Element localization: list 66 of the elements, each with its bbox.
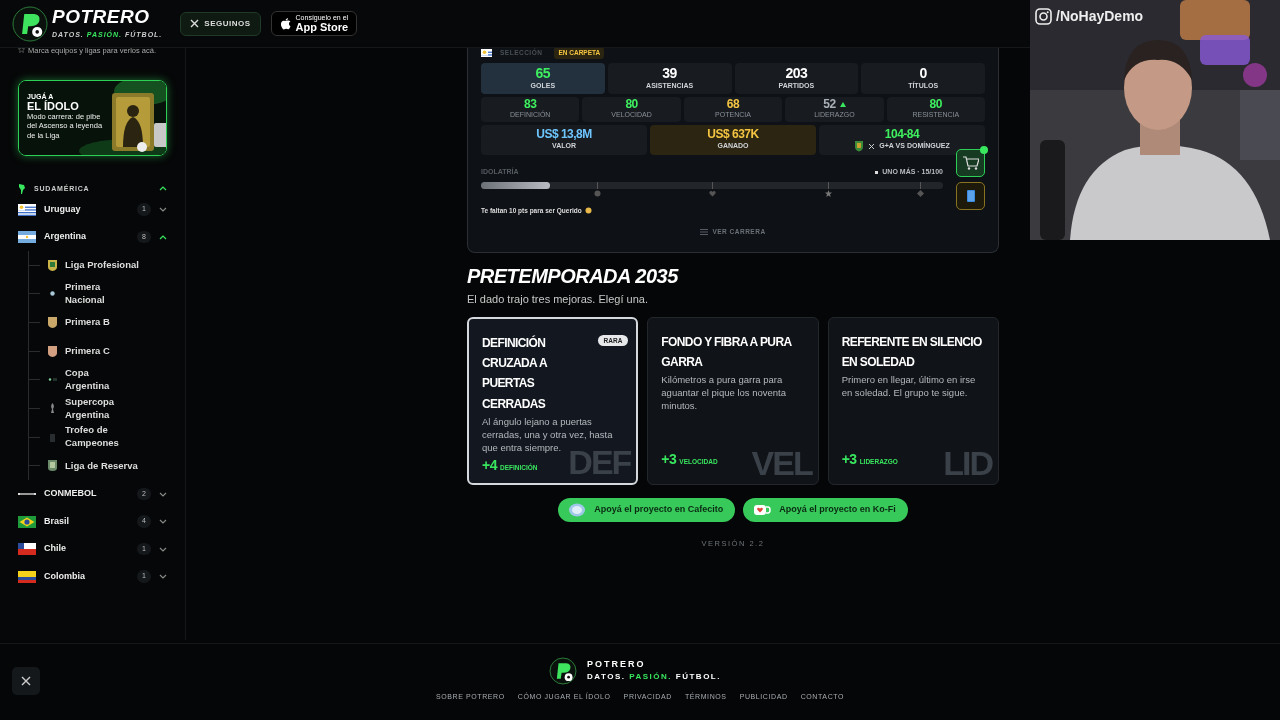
league-item[interactable]: Copa Argentina — [65, 367, 129, 393]
bonus-value: +3 — [841, 449, 857, 469]
country-item[interactable]: CONMEBOL — [44, 487, 130, 501]
support-button[interactable]: Apoyá el proyecto en Cafecito — [558, 497, 736, 522]
card-title: DEFINICIÓN CRUZADA A PUERTAS CERRADAS — [482, 334, 549, 413]
bonus-value: +3 — [661, 449, 677, 469]
chevron-down-icon[interactable] — [159, 574, 167, 579]
league-crest-icon — [47, 315, 58, 329]
x-logo-icon — [190, 19, 200, 28]
list-icon — [700, 229, 709, 236]
social-handle: /NoHayDemo — [1056, 7, 1144, 26]
notification-dot — [980, 146, 988, 154]
league-item[interactable]: Primera B — [65, 316, 110, 329]
country-item[interactable]: Colombia — [44, 569, 130, 584]
league-item[interactable]: Liga de Reserva — [65, 459, 138, 473]
country-item[interactable]: Argentina — [44, 230, 130, 244]
bonus-value: +4 — [482, 455, 497, 475]
follow-button[interactable]: SEGUINOS — [180, 11, 261, 36]
apple-icon — [279, 17, 291, 30]
league-item[interactable]: Supercopa Argentina — [65, 395, 129, 422]
up-arrow-icon — [839, 101, 846, 107]
support-button[interactable]: Apoyá el proyecto en Ko-Fi — [743, 497, 908, 522]
league-item[interactable]: Primera C — [65, 344, 110, 358]
star-icon — [18, 46, 25, 53]
chevron-down-icon[interactable] — [159, 546, 167, 552]
league-item[interactable]: Primera Nacional — [65, 280, 129, 307]
chevron-up-icon[interactable] — [159, 234, 167, 240]
chevron-up-icon[interactable] — [159, 186, 167, 192]
league-item[interactable]: Liga Profesional — [65, 258, 139, 272]
country-item[interactable]: Brasil — [44, 514, 130, 529]
jersey-icon — [965, 189, 976, 203]
logo-icon — [12, 5, 48, 42]
heart-icon — [709, 189, 716, 197]
close-button[interactable] — [12, 667, 40, 695]
tagline: DATOS. PASIÓN. FÚTBOL. — [587, 670, 721, 683]
chevron-down-icon[interactable] — [159, 519, 167, 524]
card-description: Kilómetros a pura garra para aguantar el pique los noventa minutos. — [661, 374, 787, 413]
bullet-icon — [875, 170, 879, 174]
card-description: Primero en llegar, último en irse en soledad. El grupo te sigue. — [841, 374, 977, 400]
cart-icon — [962, 156, 979, 170]
card-description: Al ángulo lejano a puertas cerradas, una y otra vez, hasta que entra siempre. — [482, 416, 613, 453]
continent-icon — [18, 182, 26, 195]
league-item[interactable]: Trofeo de Campeones — [65, 424, 129, 451]
logo-icon — [549, 657, 578, 685]
shop-button[interactable] — [956, 149, 985, 177]
card-title: REFERENTE EN SILENCIO EN SOLEDAD — [841, 333, 983, 371]
kit-button[interactable] — [956, 182, 985, 210]
brand-name: POTRERO — [587, 659, 647, 671]
card-title: FONDO Y FIBRA A PURA GARRA — [661, 333, 793, 371]
country-item[interactable]: Chile — [44, 542, 130, 556]
brand-name: POTRERO — [52, 6, 151, 26]
chevron-down-icon[interactable] — [159, 491, 167, 497]
club-crest-icon — [854, 140, 865, 152]
star-icon — [824, 189, 832, 197]
chevron-down-icon[interactable] — [159, 207, 167, 212]
milestone-icon — [593, 189, 601, 197]
swords-icon — [868, 142, 876, 150]
league-crest-icon — [47, 459, 58, 473]
close-icon — [21, 676, 31, 686]
section-subtitle: El dado trajo tres mejoras. Elegí una. — [467, 292, 649, 307]
league-crest-icon — [47, 258, 58, 272]
country-item[interactable]: Uruguay — [44, 202, 130, 217]
promo-title: EL ÍDOLO — [27, 99, 80, 112]
section-title: PRETEMPORADA 2035 — [467, 266, 680, 286]
instagram-icon — [1035, 8, 1052, 25]
league-crest-icon — [47, 344, 58, 358]
